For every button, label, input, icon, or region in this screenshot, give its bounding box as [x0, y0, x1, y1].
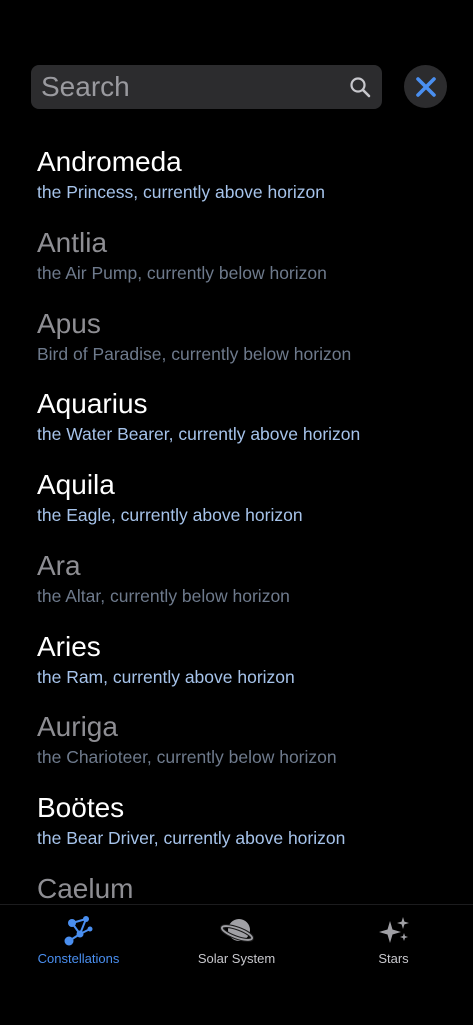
- constellation-description: the Ram, currently above horizon: [37, 666, 295, 687]
- constellation-row[interactable]: Auriga the Charioteer, currently below ho…: [37, 705, 457, 785]
- constellation-description: the Eagle, currently above horizon: [37, 505, 303, 525]
- search-bar-row: [31, 65, 447, 109]
- tab-solar-system[interactable]: Solar System: [158, 905, 315, 975]
- constellation-row[interactable]: Aquila the Eagle, currently above horizon: [37, 463, 457, 543]
- constellation-name: Aquarius: [37, 388, 148, 420]
- constellation-description: the Altar, currently below horizon: [37, 585, 290, 606]
- search-icon[interactable]: [348, 75, 372, 99]
- constellation-description: the Air Pump, currently below horizon: [37, 262, 327, 283]
- sparkles-icon: [377, 915, 411, 947]
- constellation-name: Apus: [37, 307, 101, 339]
- constellation-name: Aquila: [37, 469, 115, 500]
- search-input[interactable]: [41, 65, 336, 109]
- constellation-row[interactable]: Apus Bird of Paradise, currently below ho…: [37, 302, 457, 382]
- close-button[interactable]: [404, 65, 447, 108]
- tab-label: Constellations: [37, 951, 120, 966]
- constellation-row[interactable]: Boötes the Bear Driver, currently above h…: [37, 786, 457, 866]
- constellation-description: the Princess, currently above horizon: [37, 182, 325, 202]
- constellation-name: Boötes: [37, 792, 125, 823]
- constellation-name: Caelum: [37, 872, 134, 904]
- constellation-row[interactable]: Aquarius the Water Bearer, currently abov…: [37, 382, 457, 462]
- constellation-name: Antlia: [37, 226, 108, 258]
- constellation-row[interactable]: Aries the Ram, currently above horizon: [37, 625, 457, 705]
- constellation-list[interactable]: Andromeda the Princess, currently above h…: [0, 130, 473, 904]
- constellation-name: Ara: [37, 549, 81, 581]
- close-icon: [415, 76, 436, 97]
- constellation-name: Auriga: [37, 711, 118, 743]
- tab-bar: Constellations Solar System Stars: [0, 904, 473, 1025]
- constellation-description: the Bear Driver, currently above horizon: [37, 828, 346, 848]
- constellation-name: Aries: [37, 630, 101, 662]
- constellation-icon: [62, 915, 96, 947]
- tab-constellations[interactable]: Constellations: [0, 905, 157, 975]
- constellation-row[interactable]: Andromeda the Princess, currently above h…: [37, 140, 457, 220]
- tab-label: Solar System: [197, 951, 276, 966]
- constellation-description: the Water Bearer, currently above horizo…: [37, 424, 361, 445]
- constellation-description: the Charioteer, currently below horizon: [37, 747, 337, 768]
- constellation-name: Andromeda: [37, 146, 182, 177]
- constellation-row[interactable]: Antlia the Air Pump, currently below hori…: [37, 221, 457, 301]
- tab-stars[interactable]: Stars: [315, 905, 472, 975]
- constellation-description: Bird of Paradise, currently below horizo…: [37, 343, 352, 364]
- constellation-row[interactable]: Caelumthe Sculptor's Chisel, currently b…: [37, 867, 457, 904]
- search-box[interactable]: [31, 65, 382, 109]
- constellation-row[interactable]: Ara the Altar, currently below horizon: [37, 544, 457, 624]
- planet-icon: [219, 915, 254, 947]
- tab-label: Stars: [378, 951, 409, 966]
